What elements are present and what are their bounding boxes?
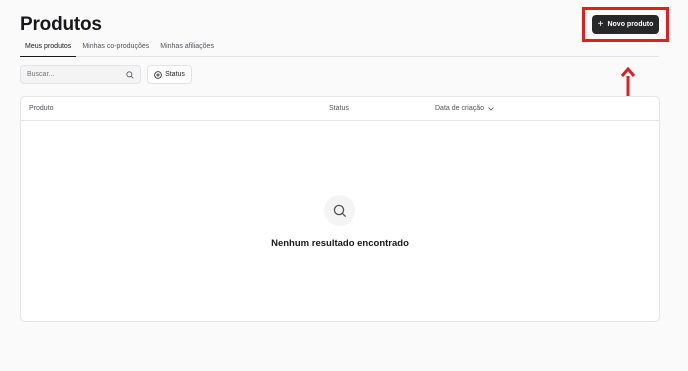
column-header-status: Status [329, 105, 349, 112]
search-icon [126, 70, 134, 79]
new-product-label: Novo produto [607, 21, 654, 28]
page-title: Produtos [20, 14, 102, 35]
tab-bar: Meus produtos Minhas co-produções Minhas… [20, 41, 659, 57]
status-filter-button[interactable]: Status [147, 65, 192, 84]
products-table: Produto Status Data de criação Nenhum re… [20, 96, 660, 322]
column-header-data-criacao[interactable]: Data de criação [435, 105, 494, 112]
plus-icon: + [597, 18, 604, 30]
search-input[interactable] [27, 71, 126, 78]
search-box [20, 65, 141, 84]
tab-meus-produtos[interactable]: Meus produtos [20, 41, 77, 57]
column-header-produto: Produto [29, 105, 54, 112]
status-filter-label: Status [165, 71, 185, 78]
tab-afiliacoes[interactable]: Minhas afiliações [155, 41, 219, 57]
column-header-data-criacao-label: Data de criação [435, 105, 485, 112]
new-product-button[interactable]: + Novo produto [592, 15, 659, 34]
chevron-down-icon [488, 106, 494, 111]
empty-state-search-icon [324, 195, 355, 226]
table-header: Produto Status Data de criação [21, 97, 659, 121]
plus-circle-icon [154, 70, 162, 79]
empty-state-message: Nenhum resultado encontrado [271, 238, 409, 249]
tab-co-producoes[interactable]: Minhas co-produções [77, 41, 154, 57]
